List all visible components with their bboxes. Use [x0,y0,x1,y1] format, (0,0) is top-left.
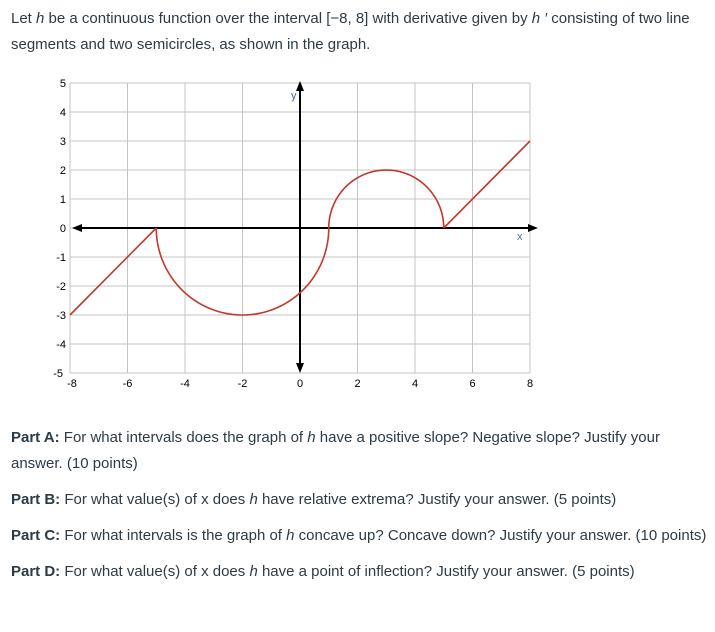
part-text: For what value(s) of x does [60,491,250,508]
y-tick-label: 4 [60,107,66,119]
part-c: Part C: For what intervals is the graph … [11,523,711,549]
y-tick-label: -3 [56,310,66,322]
question-parts: Part A: For what intervals does the grap… [11,425,711,595]
part-a: Part A: For what intervals does the grap… [11,425,711,477]
tick-labels: -8 -6 -4 -2 0 2 4 6 8 -5 -4 -3 -2 -1 0 1 2 3 4 5 [53,78,533,390]
intro-text: be a continuous function over the interv… [44,10,532,27]
var-h: h [307,429,316,446]
x-axis-arrow-right [528,224,538,232]
var-h: h [249,491,258,508]
x-tick-label: -2 [238,378,248,390]
x-tick-label: 6 [469,378,475,390]
part-text: For what intervals does the graph of [59,429,308,446]
x-tick-label: 8 [527,378,533,390]
y-tick-label: 5 [60,78,66,90]
var-h-prime: h ′ [531,10,548,27]
var-h: h [249,563,258,580]
part-label: Part C: [11,527,61,544]
x-tick-label: 2 [354,378,360,390]
y-tick-label: 1 [60,194,66,206]
y-tick-label: 2 [60,165,66,177]
axes [72,81,538,373]
y-tick-label: -5 [53,368,63,380]
y-axis-arrow-down [296,363,304,373]
line-segment [443,140,531,229]
x-tick-label: -6 [123,378,133,390]
part-text: have relative extrema? Justify your answ… [257,491,617,508]
y-axis-label: y [291,90,297,102]
part-label: Part A: [11,429,60,446]
part-text: have a point of inflection? Justify your… [257,563,635,580]
x-tick-label: -8 [67,378,77,390]
intro-text: Let [11,10,37,27]
part-label: Part D: [11,563,61,580]
y-tick-label: -4 [56,339,66,351]
part-d: Part D: For what value(s) of x does h ha… [11,559,711,585]
part-text: concave up? Concave down? Justify your a… [294,527,707,544]
x-tick-label: 4 [412,378,418,390]
part-text: For what intervals is the graph of [60,527,287,544]
x-tick-label: -4 [180,378,190,390]
derivative-graph: -8 -6 -4 -2 0 2 4 6 8 -5 -4 -3 -2 -1 0 1 2 3 4 5 y x [53,78,538,390]
problem-intro: Let h be a continuous function over the … [11,6,711,58]
y-tick-label: 3 [60,136,66,148]
x-axis-arrow-left [72,224,82,232]
x-axis-label: x [517,231,523,243]
part-b: Part B: For what value(s) of x does h ha… [11,487,711,513]
part-text: For what value(s) of x does [60,563,250,580]
y-tick-label: -2 [56,281,66,293]
line-segment [69,227,157,316]
part-label: Part B: [11,491,61,508]
y-tick-label: 0 [60,223,66,235]
y-tick-label: -1 [56,252,66,264]
x-tick-label: 0 [297,378,303,390]
